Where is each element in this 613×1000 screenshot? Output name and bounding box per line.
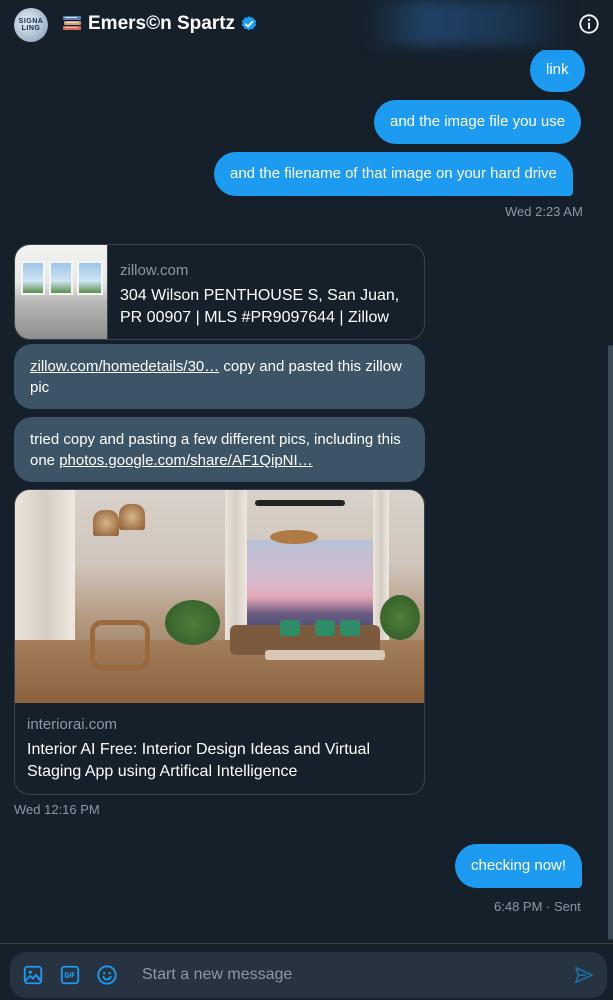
incoming-message[interactable]: tried copy and pasting a few different p… bbox=[14, 417, 425, 482]
scrollbar-thumb[interactable] bbox=[608, 345, 613, 940]
outgoing-message[interactable]: checking now! bbox=[455, 844, 583, 888]
message-timestamp: Wed 12:16 PM bbox=[14, 802, 100, 817]
message-timestamp: Wed 2:23 AM bbox=[505, 204, 583, 219]
message-status: 6:48 PM · Sent bbox=[494, 899, 581, 914]
link-domain: zillow.com bbox=[120, 262, 189, 279]
composer-bar bbox=[0, 943, 613, 1000]
link-preview-card[interactable]: interiorai.com Interior AI Free: Interio… bbox=[14, 489, 425, 795]
emoji-icon[interactable] bbox=[96, 964, 118, 986]
incoming-message[interactable]: zillow.com/homedetails/30… copy and past… bbox=[14, 344, 425, 409]
avatar[interactable]: SIGNALING bbox=[14, 8, 48, 42]
blurred-region bbox=[365, 0, 570, 46]
link-preview-image bbox=[15, 490, 424, 703]
info-icon[interactable] bbox=[578, 13, 600, 35]
message-text: link bbox=[546, 61, 569, 78]
conversation-title[interactable]: Emers©n Spartz bbox=[88, 13, 258, 35]
contact-name: Emers©n Spartz bbox=[88, 13, 236, 34]
link-preview-card[interactable]: zillow.com 304 Wilson PENTHOUSE S, San J… bbox=[14, 244, 425, 340]
message-link[interactable]: photos.google.com/share/AF1QipNI… bbox=[59, 452, 312, 469]
outgoing-message[interactable]: and the filename of that image on your h… bbox=[214, 152, 573, 196]
message-text: and the image file you use bbox=[390, 113, 566, 130]
message-composer bbox=[10, 952, 607, 998]
send-icon[interactable] bbox=[573, 964, 595, 986]
conversation-header: SIGNALING Emers©n Spartz bbox=[0, 0, 613, 50]
message-text: checking now! bbox=[471, 857, 567, 874]
link-thumbnail-image bbox=[15, 245, 108, 339]
outgoing-message[interactable]: link bbox=[530, 48, 585, 92]
message-input[interactable] bbox=[142, 960, 542, 990]
message-link[interactable]: zillow.com/homedetails/30… bbox=[30, 358, 219, 375]
image-icon[interactable] bbox=[22, 964, 44, 986]
link-title: Interior AI Free: Interior Design Ideas … bbox=[27, 741, 370, 780]
avatar-logo-text: SIGNALING bbox=[18, 18, 44, 32]
message-text: and the filename of that image on your h… bbox=[230, 165, 557, 182]
verified-badge-icon bbox=[241, 16, 257, 31]
books-emoji-icon bbox=[63, 16, 81, 30]
link-title: 304 Wilson PENTHOUSE S, San Juan, PR 009… bbox=[120, 287, 400, 326]
gif-icon[interactable] bbox=[59, 964, 81, 986]
outgoing-message[interactable]: and the image file you use bbox=[374, 100, 582, 144]
link-domain: interiorai.com bbox=[27, 716, 118, 733]
